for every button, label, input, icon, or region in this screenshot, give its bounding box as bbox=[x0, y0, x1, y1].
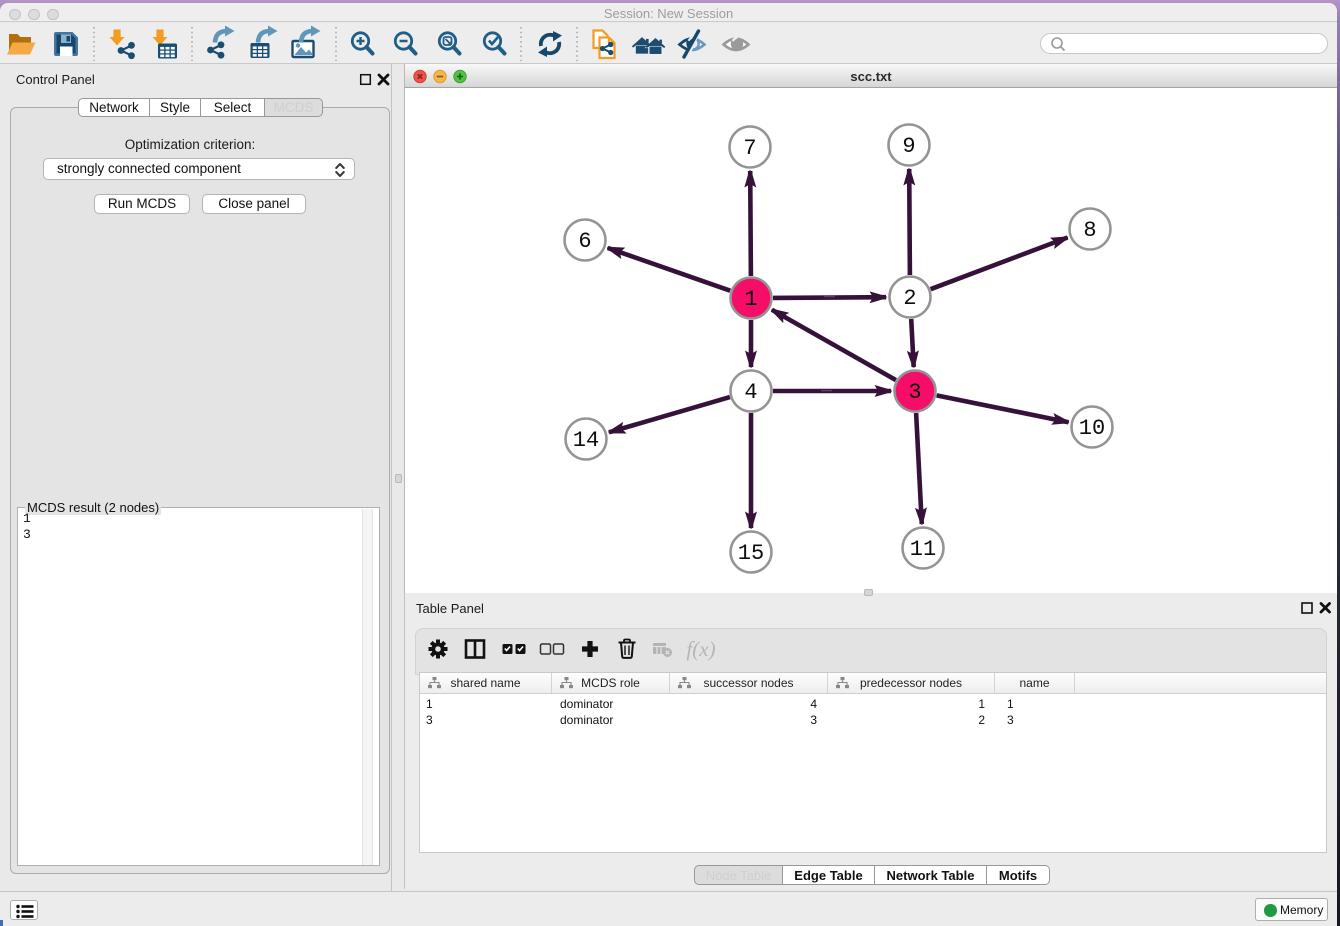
svg-text:1: 1 bbox=[744, 287, 757, 312]
svg-text:3: 3 bbox=[908, 380, 921, 405]
svg-text:8: 8 bbox=[1083, 218, 1096, 243]
svg-text:4: 4 bbox=[744, 380, 757, 405]
svg-text:9: 9 bbox=[902, 134, 915, 159]
svg-text:2: 2 bbox=[903, 286, 916, 311]
svg-text:6: 6 bbox=[578, 229, 591, 254]
svg-text:f(x): f(x) bbox=[686, 637, 715, 661]
svg-text:15: 15 bbox=[738, 541, 764, 566]
svg-text:7: 7 bbox=[743, 136, 756, 161]
svg-text:10: 10 bbox=[1079, 416, 1105, 441]
svg-text:14: 14 bbox=[573, 428, 599, 453]
svg-text:11: 11 bbox=[910, 537, 936, 562]
